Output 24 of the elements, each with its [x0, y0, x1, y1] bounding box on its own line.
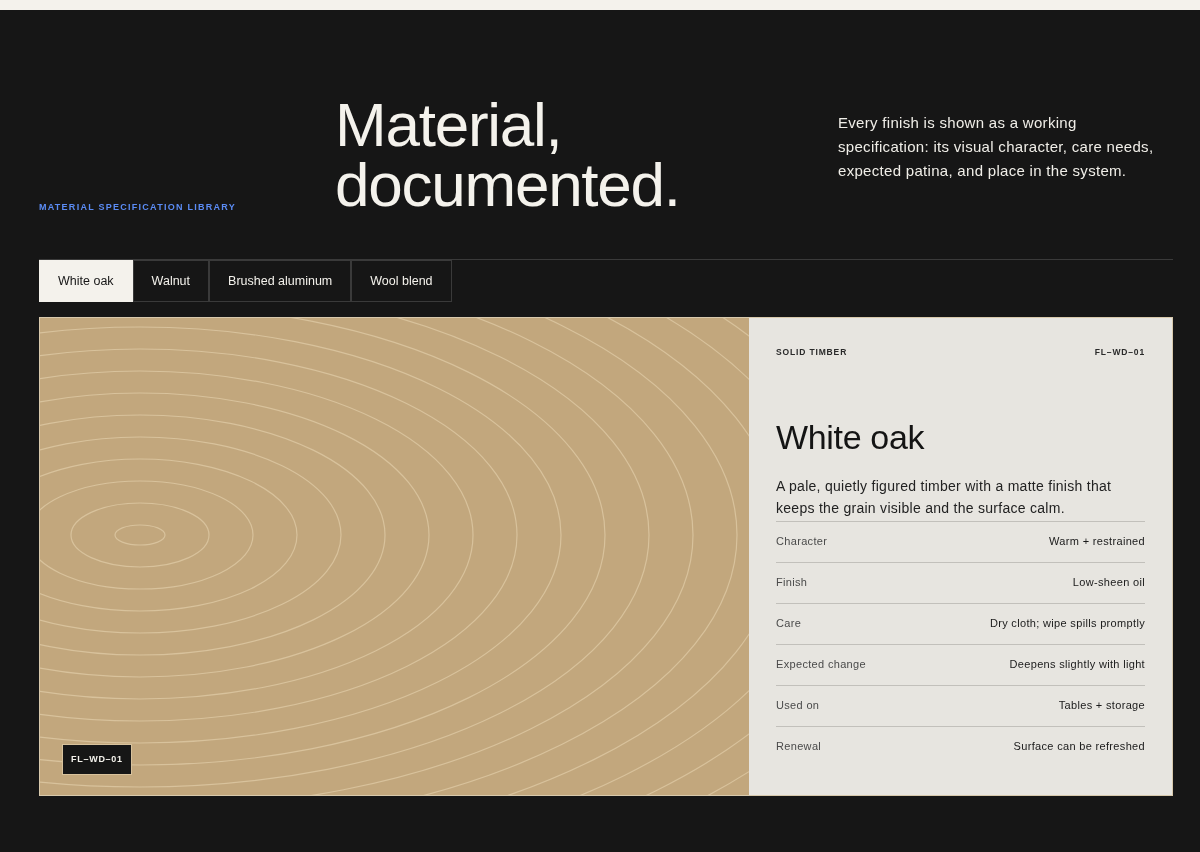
spec-label: Renewal	[776, 738, 822, 754]
spec-value: Low-sheen oil	[1072, 574, 1145, 590]
material-name: White oak	[776, 416, 926, 457]
spec-label: Character	[776, 533, 828, 549]
page-title: Material, documented.	[335, 95, 681, 219]
spec-label: Finish	[776, 574, 808, 590]
material-tab[interactable]: Walnut	[132, 260, 210, 302]
eyebrow-label: MATERIAL SPECIFICATION LIBRARY	[39, 202, 236, 212]
intro-paragraph: Every finish is shown as a working specification: its visual character, care needs, expected patina, and place in the system.	[838, 113, 1155, 181]
spec-value: Surface can be refreshed	[1013, 738, 1145, 754]
material-description: A pale, quietly figured timber with a matte finish that keeps the grain visible and the surface calm.	[776, 476, 1113, 518]
material-code: FL–WD–01	[1094, 346, 1145, 359]
spec-label: Used on	[776, 697, 820, 713]
material-tab[interactable]: Wool blend	[351, 260, 452, 302]
spec-label: Care	[776, 615, 802, 631]
material-tab[interactable]: Brushed aluminum	[209, 260, 352, 302]
spec-value: Warm + restrained	[1049, 533, 1145, 549]
spec-value: Deepens slightly with light	[1009, 656, 1145, 672]
material-tab[interactable]: White oak	[39, 260, 133, 302]
spec-value: Tables + storage	[1058, 697, 1145, 713]
spec-label: Expected change	[776, 656, 866, 672]
code-badge: FL–WD–01	[62, 743, 132, 775]
spec-value: Dry cloth; wipe spills promptly	[989, 615, 1145, 631]
category-label: SOLID TIMBER	[776, 346, 848, 359]
